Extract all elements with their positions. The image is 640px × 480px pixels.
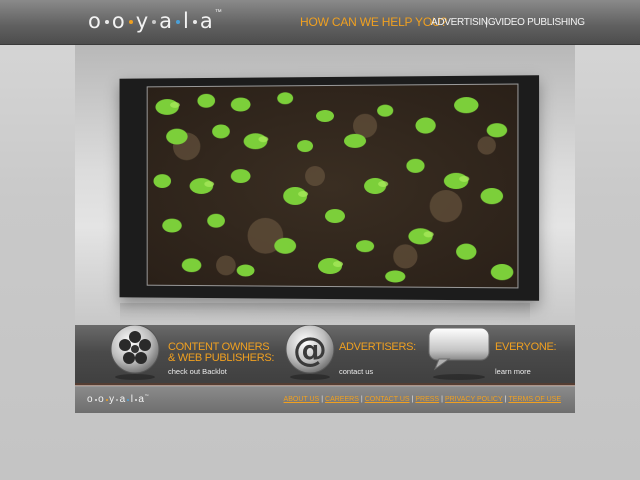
seedlings-image [147,84,518,288]
cta-everyone[interactable]: EVERYONE: learn more [415,325,575,385]
logo-letter: y [135,9,150,33]
learn-more-link[interactable]: learn more [495,367,531,376]
logo-letter: y [109,394,115,405]
logo-letter: o [88,9,102,33]
frame-reflection [120,303,530,323]
footer-link-careers[interactable]: CAREERS [325,396,359,403]
film-reel-icon [110,325,160,380]
at-sign-icon: @ [285,325,335,380]
logo-dot [104,20,109,24]
footer-links: ABOUT US | CAREERS | CONTACT US | PRESS … [284,396,561,403]
logo-dot [152,20,157,24]
logo-letter: a [119,394,126,405]
logo-dot [94,398,97,401]
trademark: ™ [144,393,149,398]
footer-separator: | [504,396,507,403]
logo-dot [105,398,108,401]
footer-logo[interactable]: o o y a l a ™ [87,393,149,405]
check-out-backlot-link[interactable]: check out Backlot [168,367,227,376]
footer-link-press[interactable]: PRESS [415,396,439,403]
logo-letter: a [159,9,174,33]
cta-content-owners[interactable]: CONTENT OWNERS & WEB PUBLISHERS: check o… [75,325,274,385]
logo-letter: l [183,9,190,33]
svg-text:@: @ [293,330,327,370]
footer: o o y a l a ™ ABOUT US | CAREERS | CONTA… [75,386,575,413]
footer-link-privacy-policy[interactable]: PRIVACY POLICY [445,396,503,403]
footer-link-terms-of-use[interactable]: TERMS OF USE [508,396,561,403]
video-player[interactable] [146,83,519,289]
trademark: ™ [214,8,222,16]
cta-title: EVERYONE: [495,341,557,353]
footer-separator: | [411,396,414,403]
hero-panel [75,45,575,325]
logo-letter: o [111,9,126,33]
footer-link-contact-us[interactable]: CONTACT US [365,396,410,403]
footer-separator: | [441,396,443,403]
top-header: o o y a l a ™ HOW CAN WE HELP YOU? ADVER… [0,0,640,45]
logo-dot [128,20,133,24]
cta-band: CONTENT OWNERS & WEB PUBLISHERS: check o… [75,325,575,385]
logo-dot [192,20,197,24]
logo-letter: o [98,394,105,405]
cta-advertisers[interactable]: @ ADVERTISERS: contact us [255,325,416,385]
logo-letter: a [199,9,214,33]
help-heading: HOW CAN WE HELP YOU? [300,15,447,29]
nav-separator: | [485,16,488,28]
logo-letter: l [130,394,134,405]
video-frame [119,75,540,301]
logo-dot [176,20,181,24]
footer-separator: | [360,396,363,403]
contact-us-link[interactable]: contact us [339,367,373,376]
nav-video-publishing-link[interactable]: VIDEO PUBLISHING [495,0,585,44]
logo-dot [116,398,119,401]
logo-dot [134,398,137,401]
footer-link-about-us[interactable]: ABOUT US [284,396,320,403]
logo-letter: o [87,394,94,405]
footer-separator: | [321,396,324,403]
cta-title: ADVERTISERS: [339,341,416,353]
logo-dot [127,398,130,401]
speech-bubble-icon [428,327,490,380]
oyala-logo[interactable]: o o y a l a ™ [88,7,222,35]
